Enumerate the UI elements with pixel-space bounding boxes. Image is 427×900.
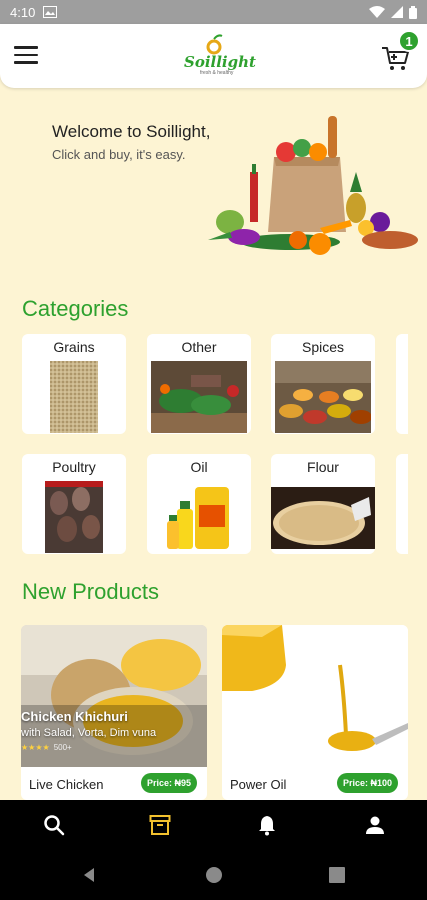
category-card-oil[interactable]: Oil (147, 454, 251, 554)
hamburger-icon-line (14, 53, 38, 56)
menu-button[interactable] (14, 46, 38, 64)
app-bar: Soillight fresh & healthy 1 (0, 24, 427, 88)
oil-pouring-image (222, 625, 408, 767)
signal-icon (391, 6, 403, 18)
flour-image (271, 487, 375, 549)
recents-icon[interactable] (328, 866, 346, 884)
rating-count: 500+ (53, 743, 72, 752)
bottom-navigation (0, 800, 427, 850)
welcome-title: Welcome to Soillight, (52, 122, 211, 141)
archive-icon[interactable] (148, 813, 172, 837)
grocery-bag-illustration (208, 116, 418, 255)
oil-bottles-image (165, 481, 233, 553)
welcome-subtitle: Click and buy, it's easy. (52, 147, 186, 162)
product-name: Live Chicken (29, 777, 104, 792)
product-card-live-chicken[interactable]: Chicken Khichuri with Salad, Vorta, Dim … (21, 625, 207, 800)
spices-image (275, 361, 371, 433)
price-badge: Price: ₦95 (140, 773, 197, 793)
category-card-grains[interactable]: Grains (22, 334, 126, 434)
price-badge: Price: ₦100 (336, 773, 398, 793)
new-products-title: New Products (22, 579, 159, 604)
battery-icon (409, 5, 417, 19)
status-time: 4:10 (10, 4, 36, 20)
wifi-icon (369, 6, 385, 18)
product-name: Power Oil (230, 777, 287, 792)
vegetables-image (151, 361, 247, 433)
logo-tagline: fresh & healthy (200, 70, 234, 76)
back-icon[interactable] (80, 866, 98, 884)
category-label: Oil (190, 459, 208, 475)
product-overlay-title: Chicken Khichuri (21, 709, 128, 724)
rating-stars: ★★★★ (21, 743, 50, 752)
category-card-other[interactable]: Other (147, 334, 251, 434)
category-label: Grains (53, 339, 95, 355)
home-icon[interactable] (205, 866, 223, 884)
category-label: Other (181, 339, 217, 355)
person-icon[interactable] (363, 813, 387, 837)
app-logo: Soillight fresh & healthy (182, 32, 256, 80)
category-label: Poultry (52, 459, 96, 475)
category-card-flour[interactable]: Flour (271, 454, 375, 554)
status-bar: 4:10 (0, 0, 427, 24)
cart-count-badge: 1 (398, 30, 420, 52)
categories-title: Categories (22, 296, 129, 321)
category-card-spices[interactable]: Spices (271, 334, 375, 434)
gallery-notification-icon (43, 6, 58, 18)
hamburger-icon-line (14, 61, 38, 64)
system-navigation-bar (0, 850, 427, 900)
logo-text: Soillight (184, 53, 256, 71)
product-card-power-oil[interactable]: Power Oil Price: ₦100 (222, 625, 408, 800)
search-icon[interactable] (42, 813, 66, 837)
category-card-poultry[interactable]: Poultry (22, 454, 126, 554)
poultry-image (45, 481, 103, 553)
category-label: Flour (307, 459, 339, 475)
category-label: Spices (301, 339, 345, 355)
product-overlay-subtitle: with Salad, Vorta, Dim vuna (21, 727, 157, 739)
product-overlay-rating: ★★★★ 500+ (21, 743, 72, 752)
hamburger-icon-line (14, 46, 38, 49)
grains-image (50, 361, 98, 433)
category-card-peek[interactable] (396, 334, 408, 434)
bell-icon[interactable] (255, 813, 279, 837)
category-card-peek[interactable] (396, 454, 408, 554)
